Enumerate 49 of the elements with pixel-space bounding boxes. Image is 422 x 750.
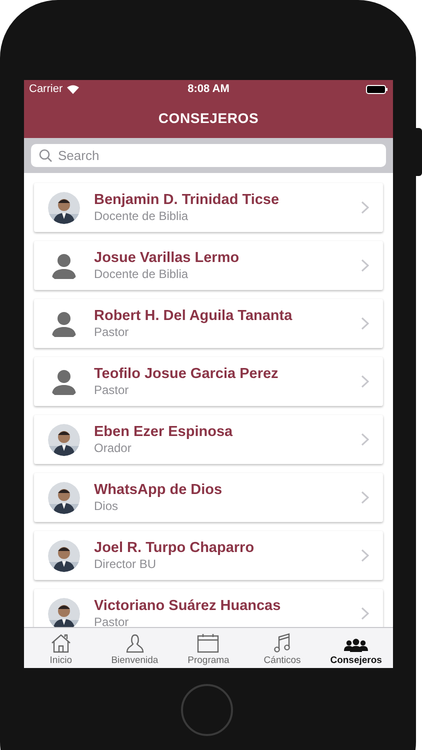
counselor-role: Director BU (94, 557, 158, 571)
status-time: 8:08 AM (188, 83, 230, 95)
counselor-card[interactable]: Joel R. Turpo Chaparro Director BU (34, 531, 383, 580)
counselor-card[interactable]: Robert H. Del Aguila Tananta Pastor (34, 299, 383, 348)
counselor-role: Dios (94, 499, 120, 513)
tab-bar-item[interactable]: Bienvenida (98, 628, 172, 668)
home-icon (50, 633, 72, 653)
group-icon (344, 637, 368, 653)
counselor-card[interactable]: WhatsApp de Dios Dios (34, 473, 383, 522)
chevron-icon (361, 317, 369, 330)
counselor-name: Robert H. Del Aguila Tananta (94, 308, 294, 324)
music-note-icon (273, 633, 292, 653)
counselor-role: Docente de Biblia (94, 209, 190, 223)
counselor-role: Pastor (94, 325, 130, 339)
screen-title: CONSEJEROS (158, 110, 259, 126)
chevron-icon (361, 491, 369, 504)
battery-icon (366, 84, 388, 94)
counselor-name: Joel R. Turpo Chaparro (94, 540, 256, 556)
search-field[interactable]: Search (31, 144, 386, 167)
counselor-name: Victoriano Suárez Huancas (94, 598, 282, 614)
tab-bar-item[interactable]: Consejeros (319, 628, 393, 668)
calendar-icon (196, 633, 220, 653)
counselor-name: Benjamin D. Trinidad Ticse (94, 192, 280, 208)
counselor-role: Pastor (94, 383, 130, 397)
counselor-card[interactable]: Teofilo Josue Garcia Perez Pastor (34, 357, 383, 406)
chevron-icon (361, 549, 369, 562)
chevron-icon (361, 433, 369, 446)
chevron-icon (361, 375, 369, 388)
counselor-name: Teofilo Josue Garcia Perez (94, 366, 280, 382)
counselor-card[interactable]: Benjamin D. Trinidad Ticse Docente de Biblia (34, 183, 383, 232)
counselor-card[interactable]: Victoriano Suárez Huancas Pastor (34, 589, 383, 627)
home-button[interactable] (181, 684, 233, 736)
tab-bar-item[interactable]: Inicio (24, 628, 98, 668)
tab-bar-item[interactable]: Programa (172, 628, 246, 668)
carrier-label: Carrier (29, 83, 63, 95)
wifi-icon (66, 84, 79, 94)
person-icon (124, 633, 145, 653)
counselor-name: Josue Varillas Lermo (94, 250, 240, 266)
chevron-icon (361, 201, 369, 214)
counselor-name: Eben Ezer Espinosa (94, 424, 234, 440)
chevron-icon (361, 259, 369, 272)
counselor-card[interactable]: Josue Varillas Lermo Docente de Biblia (34, 241, 383, 290)
counselor-role: Orador (94, 441, 132, 455)
chevron-icon (361, 607, 369, 620)
counselor-name: WhatsApp de Dios (94, 482, 224, 498)
counselor-card[interactable]: Eben Ezer Espinosa Orador (34, 415, 383, 464)
counselor-role: Pastor (94, 615, 130, 627)
tab-bar-item[interactable]: Cánticos (245, 628, 320, 668)
counselor-role: Docente de Biblia (94, 267, 190, 281)
